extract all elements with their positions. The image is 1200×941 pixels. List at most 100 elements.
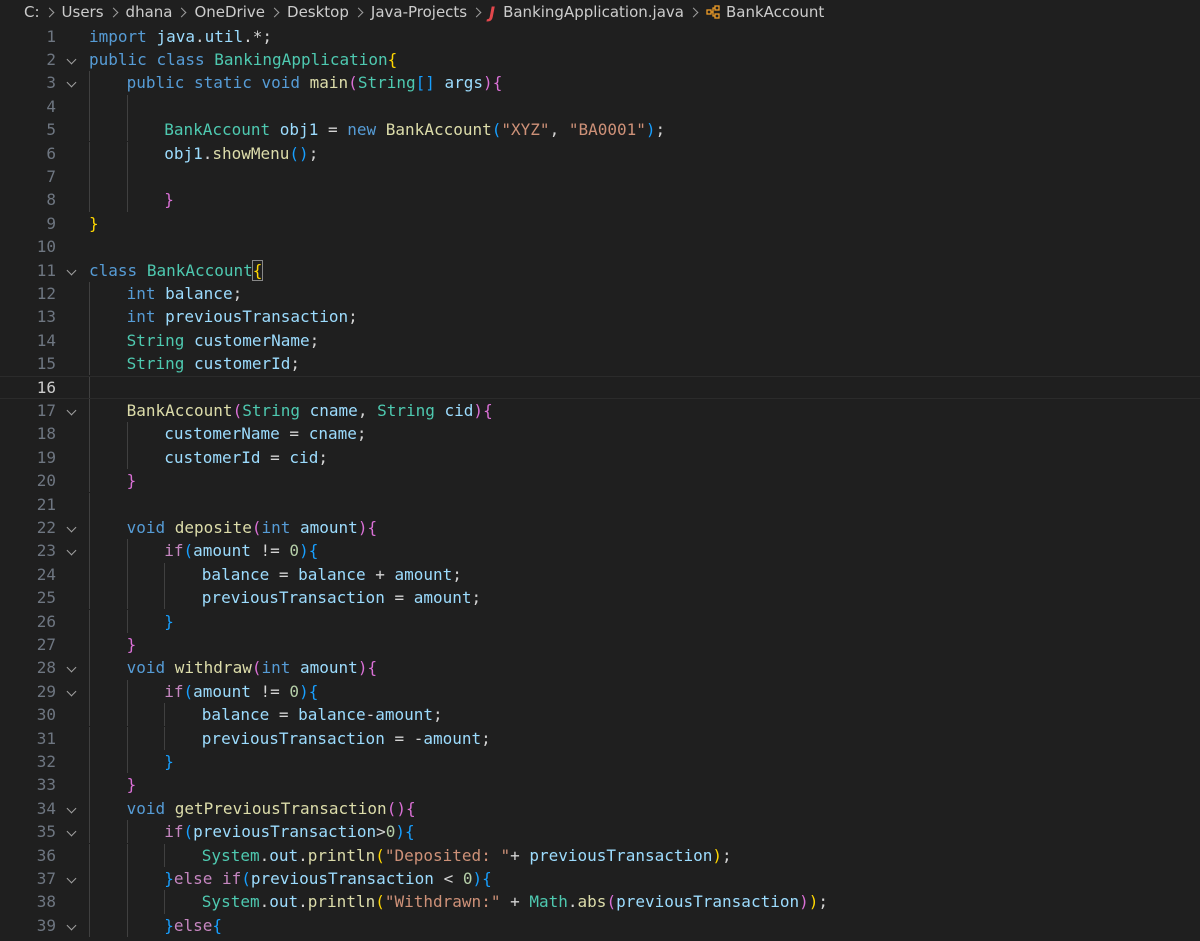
code-line[interactable]: 24 balance = balance + amount; <box>0 562 1200 587</box>
fold-chevron-icon[interactable] <box>66 826 77 837</box>
identifier-token: balance <box>201 564 270 584</box>
indent-guide <box>89 71 90 95</box>
line-number: 13 <box>36 307 56 327</box>
fold-chevron-icon[interactable] <box>66 873 77 884</box>
indent-guide <box>164 586 166 610</box>
code-line[interactable]: 7 <box>0 164 1200 189</box>
line-number: 39 <box>36 915 56 935</box>
code-line[interactable]: 4 <box>0 94 1200 119</box>
indent-guide <box>89 679 90 704</box>
breadcrumb-item-onedrive[interactable]: OneDrive <box>194 3 265 21</box>
code-line[interactable]: 17 BankAccount(String cname, String cid){ <box>0 398 1200 423</box>
code-line[interactable]: 16 <box>0 375 1200 399</box>
type-token: Math <box>529 892 568 912</box>
code-line[interactable]: 37}else if(previousTransaction < 0){ <box>0 866 1200 891</box>
indent-guide <box>89 445 90 470</box>
code-line[interactable]: 36 System.out.println("Deposited: "+ prev… <box>0 843 1200 867</box>
code-line[interactable]: 1 import java.util.*; <box>0 25 1200 48</box>
line-number: 29 <box>36 681 56 701</box>
line-number: 28 <box>36 658 56 678</box>
bracket-token: ) <box>473 400 484 420</box>
code-line[interactable]: 19 customerId = cid; <box>0 445 1200 470</box>
code-editor[interactable]: 1 import java.util.*; 2 public class Bankin… <box>0 24 1200 941</box>
fold-chevron-icon[interactable] <box>66 686 77 697</box>
punctuation-token: . <box>194 26 205 46</box>
line-number: 33 <box>36 775 56 795</box>
indent-guide <box>126 609 128 633</box>
fold-chevron-icon[interactable] <box>66 803 77 814</box>
code-line[interactable]: 15 String customerId; <box>0 352 1200 376</box>
indent-guide <box>126 445 128 470</box>
line-number: 12 <box>36 283 56 303</box>
identifier-token: amount <box>193 541 251 561</box>
identifier-token: amount <box>413 588 472 608</box>
code-line[interactable]: 30 balance = balance-amount; <box>0 703 1200 727</box>
keyword-token: int <box>261 658 291 678</box>
punctuation-token: . <box>202 143 213 163</box>
fold-chevron-icon[interactable] <box>66 662 77 673</box>
function-token: deposite <box>174 517 252 537</box>
code-line[interactable]: 8} <box>0 188 1200 212</box>
fold-chevron-icon[interactable] <box>66 405 77 416</box>
line-number: 34 <box>36 798 56 818</box>
line-number: 11 <box>36 260 56 280</box>
code-line[interactable]: 10 <box>0 235 1200 258</box>
identifier-token: cid <box>289 447 319 467</box>
code-line[interactable]: 27} <box>0 632 1200 657</box>
control-keyword-token: else <box>173 915 213 935</box>
function-token: getPreviousTransaction <box>174 798 387 818</box>
code-line[interactable]: 11 class BankAccount{ <box>0 259 1200 282</box>
indent-guide <box>126 703 128 727</box>
code-line[interactable]: 26} <box>0 609 1200 633</box>
breadcrumb-file[interactable]: BankingApplication.java <box>503 3 684 21</box>
line-number: 22 <box>36 517 56 537</box>
code-line[interactable]: 32} <box>0 749 1200 774</box>
bracket-token: ( <box>183 541 194 561</box>
code-line[interactable]: 13 int previousTransaction; <box>0 305 1200 329</box>
code-line[interactable]: 29 if(amount != 0){ <box>0 679 1200 704</box>
fold-chevron-icon[interactable] <box>66 54 77 65</box>
fold-chevron-icon[interactable] <box>66 77 77 88</box>
code-line[interactable]: 5 BankAccount obj1 = new BankAccount("XYZ… <box>0 118 1200 142</box>
code-line[interactable]: 34 void getPreviousTransaction(){ <box>0 796 1200 821</box>
fold-chevron-icon[interactable] <box>66 522 77 533</box>
code-line[interactable]: 35 if(previousTransaction>0){ <box>0 820 1200 844</box>
breadcrumb-item-desktop[interactable]: Desktop <box>287 3 349 21</box>
code-line[interactable]: 20} <box>0 469 1200 493</box>
line-number: 5 <box>46 120 56 140</box>
code-line[interactable]: 23 if(amount != 0){ <box>0 539 1200 563</box>
string-token: "BA0001" <box>568 120 646 140</box>
indent-guide <box>89 328 90 353</box>
code-line[interactable]: 2 public class BankingApplication{ <box>0 48 1200 71</box>
punctuation-token: != <box>250 541 290 561</box>
code-line[interactable]: 28 void withdraw(int amount){ <box>0 656 1200 680</box>
fold-chevron-icon[interactable] <box>66 920 77 931</box>
breadcrumb-item-dhana[interactable]: dhana <box>126 3 173 21</box>
breadcrumb-symbol[interactable]: BankAccount <box>726 3 824 21</box>
breadcrumb-drive[interactable]: C: <box>24 3 40 21</box>
fold-chevron-icon[interactable] <box>66 545 77 556</box>
code-line[interactable]: 39}else{ <box>0 913 1200 938</box>
punctuation-token: = <box>318 120 348 140</box>
code-line[interactable]: 3 public static void main(String[] args){ <box>0 71 1200 95</box>
chevron-right-icon <box>353 7 364 17</box>
punctuation-token <box>270 120 280 139</box>
code-line[interactable]: 31 previousTransaction = -amount; <box>0 726 1200 750</box>
code-line[interactable]: 12 int balance; <box>0 281 1200 306</box>
punctuation-token: ; <box>356 424 367 444</box>
code-line[interactable]: 9} <box>0 212 1200 235</box>
fold-chevron-icon[interactable] <box>66 265 77 275</box>
code-line[interactable]: 18 customerName = cname; <box>0 422 1200 446</box>
code-line[interactable]: 38 System.out.println("Withdrawn:" + Math… <box>0 890 1200 914</box>
code-line[interactable]: 22 void deposite(int amount){ <box>0 515 1200 540</box>
breadcrumb-item-java-projects[interactable]: Java-Projects <box>371 3 467 21</box>
code-line[interactable]: 21 <box>0 492 1200 516</box>
code-line[interactable]: 6 obj1.showMenu(); <box>0 141 1200 165</box>
bracket-token: ) <box>357 658 368 678</box>
code-line[interactable]: 14 String customerName; <box>0 328 1200 353</box>
code-line[interactable]: 25 previousTransaction = amount; <box>0 586 1200 610</box>
code-text: obj1.showMenu(); <box>164 142 318 165</box>
code-line[interactable]: 33} <box>0 773 1200 797</box>
indent-guide <box>164 890 166 914</box>
breadcrumb-item-users[interactable]: Users <box>62 3 104 21</box>
